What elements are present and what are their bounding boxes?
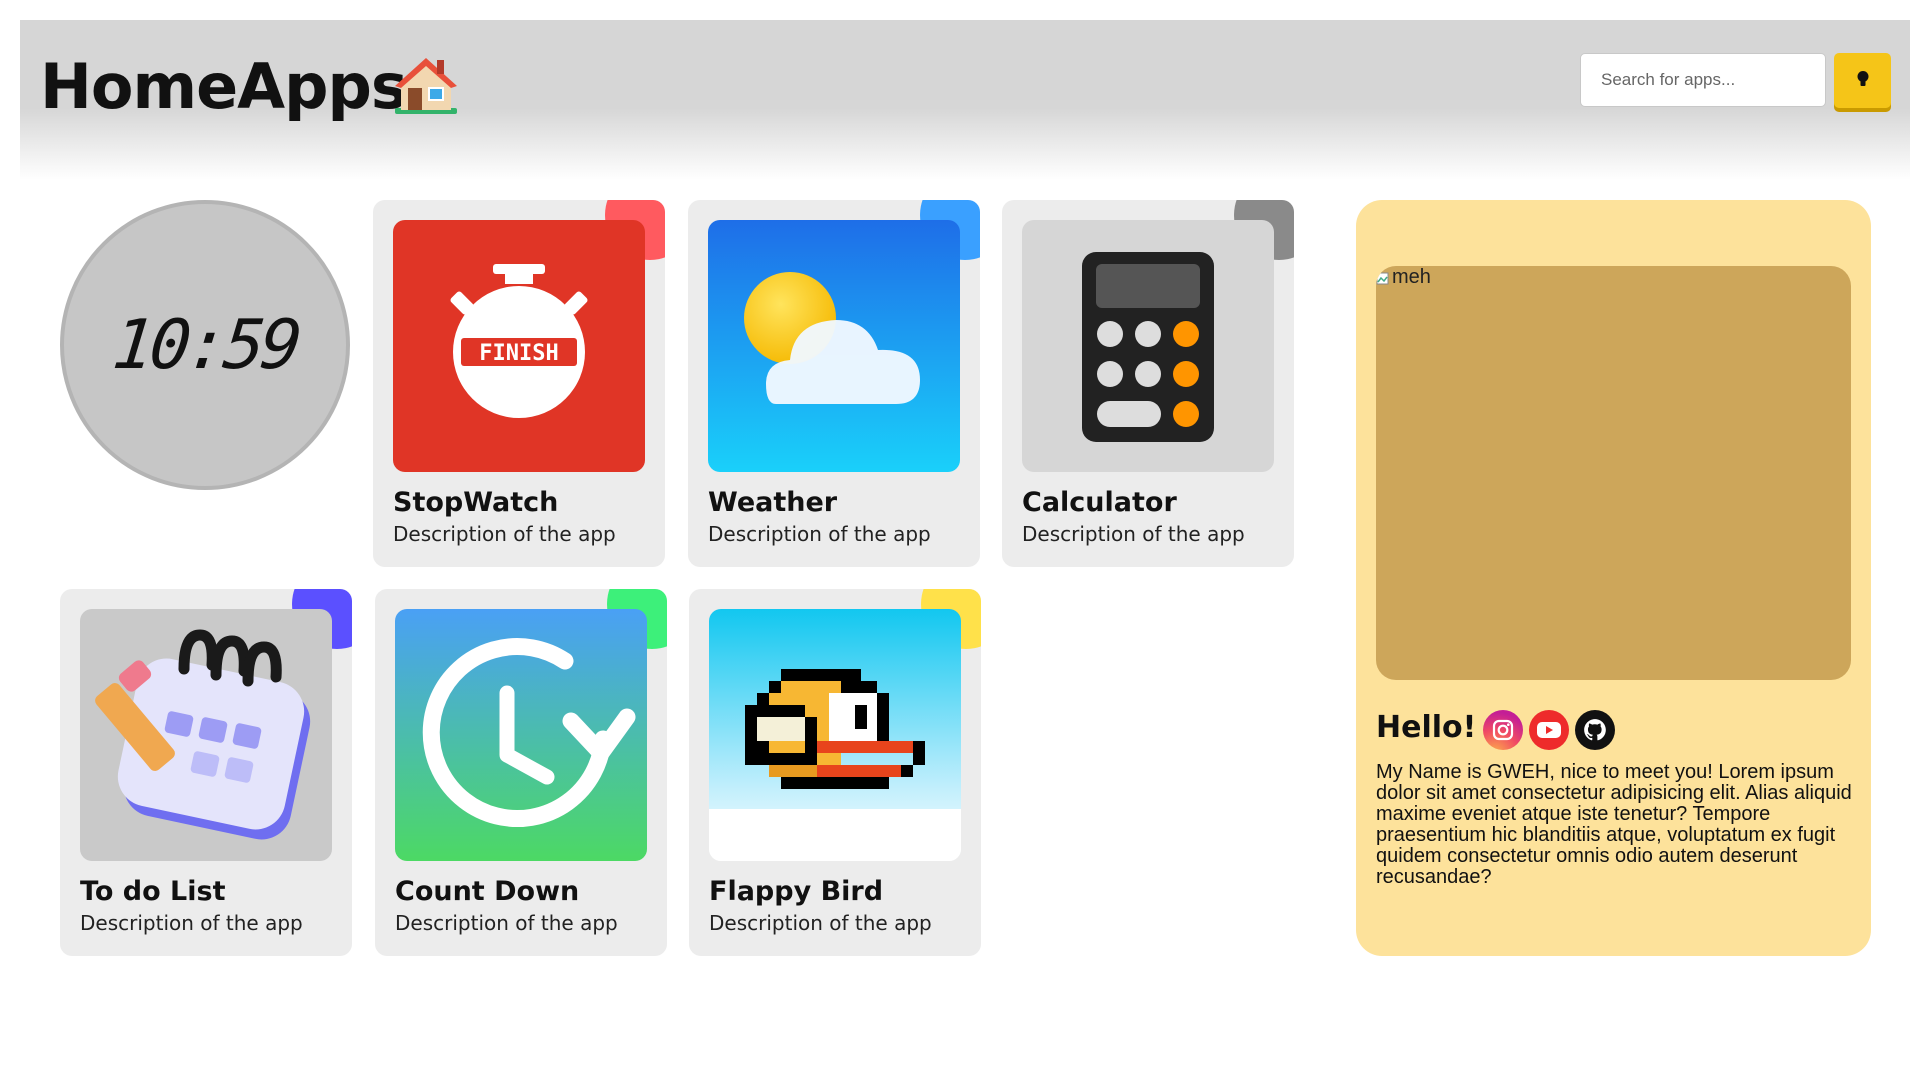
calculator-icon xyxy=(1022,220,1274,472)
lightbulb-icon xyxy=(1856,70,1870,91)
github-icon xyxy=(1584,719,1606,741)
app-description: Description of the app xyxy=(708,522,931,546)
instagram-icon xyxy=(1492,719,1514,741)
app-name: Count Down xyxy=(395,876,580,907)
theme-toggle-button[interactable] xyxy=(1834,53,1891,108)
header: HomeApps xyxy=(20,20,1910,180)
app-title: HomeApps xyxy=(40,50,408,123)
stopwatch-badge-text: FINISH xyxy=(479,341,558,366)
app-name: StopWatch xyxy=(393,487,559,518)
app-description: Description of the app xyxy=(395,911,618,935)
app-card-weather[interactable]: Weather Description of the app xyxy=(688,200,980,567)
clock-time: 10:59 xyxy=(108,305,302,385)
house-icon xyxy=(393,54,459,116)
broken-image-icon xyxy=(1376,272,1389,284)
app-description: Description of the app xyxy=(709,911,932,935)
app-name: To do List xyxy=(80,876,226,907)
app-card-count-down[interactable]: Count Down Description of the app xyxy=(375,589,667,956)
stopwatch-icon: FINISH xyxy=(393,220,645,472)
app-description: Description of the app xyxy=(80,911,303,935)
digital-clock: 10:59 xyxy=(60,200,350,490)
youtube-icon xyxy=(1537,722,1561,738)
instagram-link[interactable] xyxy=(1483,710,1523,750)
youtube-link[interactable] xyxy=(1529,710,1569,750)
app-card-flappy-bird[interactable]: Flappy Bird Description of the app xyxy=(689,589,981,956)
app-description: Description of the app xyxy=(1022,522,1245,546)
profile-card: meh Hello! My Name is GWEH, nice to meet… xyxy=(1356,200,1871,956)
greeting: Hello! xyxy=(1376,710,1477,745)
profile-image: meh xyxy=(1376,266,1851,680)
weather-icon xyxy=(708,220,960,472)
app-name: Weather xyxy=(708,487,838,518)
app-card-todo-list[interactable]: To do List Description of the app xyxy=(60,589,352,956)
countdown-clock-icon xyxy=(395,609,647,861)
app-card-stopwatch[interactable]: FINISH StopWatch Description of the app xyxy=(373,200,665,567)
app-description: Description of the app xyxy=(393,522,616,546)
broken-image-alt: meh xyxy=(1376,266,1431,289)
search-input[interactable] xyxy=(1580,53,1826,107)
todo-calendar-icon xyxy=(80,609,332,861)
app-name: Calculator xyxy=(1022,487,1177,518)
flappy-bird-icon xyxy=(709,609,961,861)
profile-bio: My Name is GWEH, nice to meet you! Lorem… xyxy=(1376,761,1852,888)
github-link[interactable] xyxy=(1575,710,1615,750)
app-name: Flappy Bird xyxy=(709,876,884,907)
app-card-calculator[interactable]: Calculator Description of the app xyxy=(1002,200,1294,567)
